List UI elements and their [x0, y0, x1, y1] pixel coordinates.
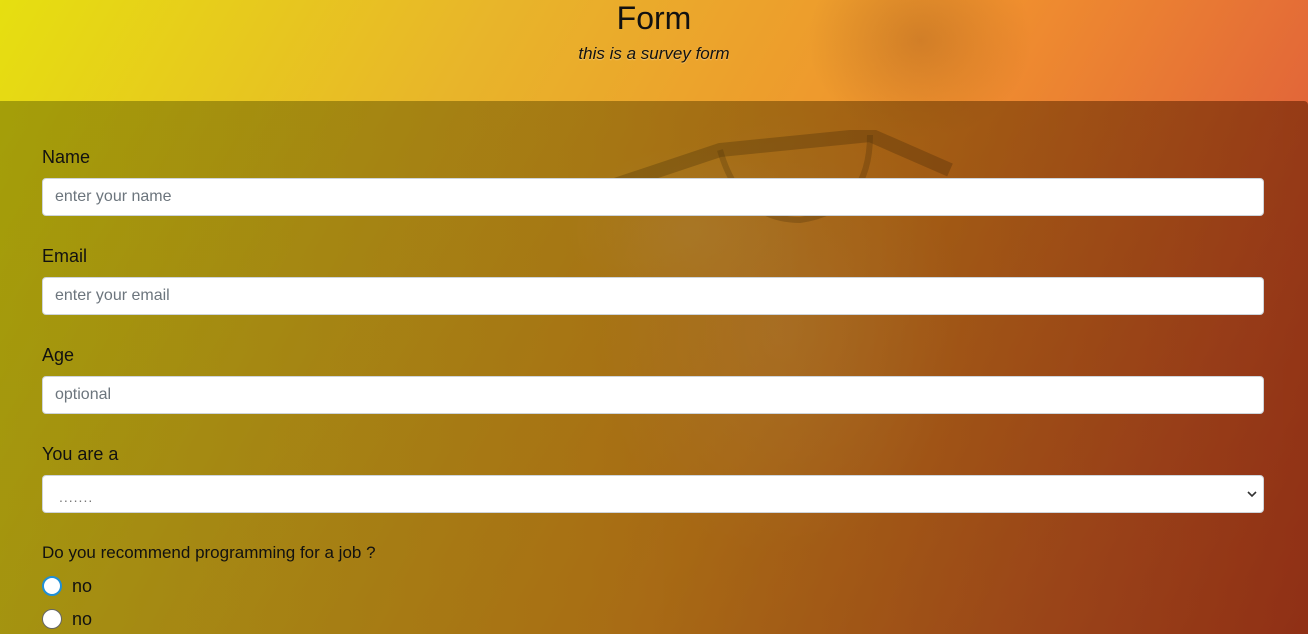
survey-form-panel: Name Email Age You are a ....... — [0, 101, 1308, 634]
email-input[interactable] — [42, 277, 1264, 315]
role-label: You are a — [42, 444, 119, 464]
radio-button[interactable] — [42, 609, 62, 629]
survey-form: Name Email Age You are a ....... — [42, 146, 1264, 634]
survey-page: Form this is a survey form Name Email Ag… — [0, 0, 1308, 634]
name-group: Name — [42, 146, 1264, 216]
recommend-group: Do you recommend programming for a job ?… — [42, 542, 1264, 629]
page-title: Form — [616, 0, 692, 36]
radio-option-label: no — [72, 575, 93, 596]
name-input[interactable] — [42, 178, 1264, 216]
age-label: Age — [42, 345, 75, 365]
page-header: Form this is a survey form — [0, 0, 1308, 101]
age-group: Age — [42, 344, 1264, 414]
email-group: Email — [42, 245, 1264, 315]
page-subtitle: this is a survey form — [578, 44, 730, 63]
radio-option[interactable]: no — [42, 609, 1264, 629]
role-select-value: ....... — [59, 489, 94, 505]
email-label: Email — [42, 246, 88, 266]
radio-option-label: no — [72, 608, 93, 629]
role-group: You are a ....... — [42, 443, 1264, 513]
role-select[interactable]: ....... — [42, 475, 1264, 513]
name-label: Name — [42, 147, 91, 167]
recommend-question: Do you recommend programming for a job ? — [42, 543, 376, 562]
radio-option[interactable]: no — [42, 576, 1264, 596]
age-input[interactable] — [42, 376, 1264, 414]
radio-button[interactable] — [42, 576, 62, 596]
chevron-down-icon — [1247, 491, 1257, 498]
